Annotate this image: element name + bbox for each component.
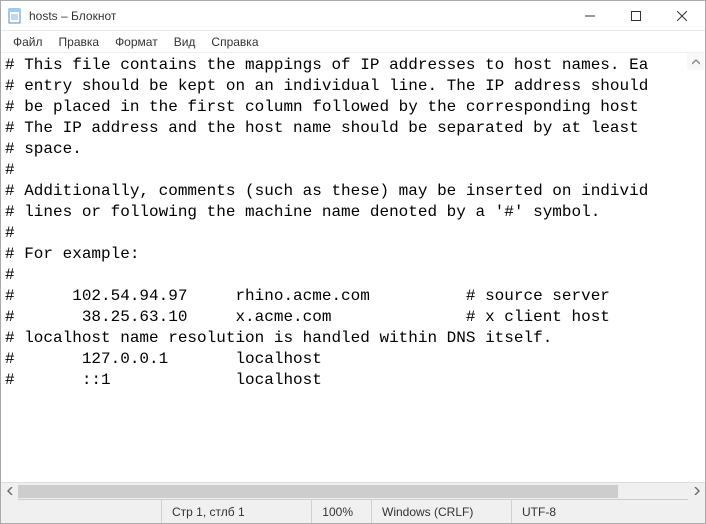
- content-area: # This file contains the mappings of IP …: [1, 53, 705, 499]
- status-blank: [1, 500, 161, 523]
- notepad-window: hosts – Блокнот Файл Правка Формат Вид С…: [0, 0, 706, 524]
- statusbar: Стр 1, стлб 1 100% Windows (CRLF) UTF-8: [1, 499, 705, 523]
- scroll-right-arrow-icon[interactable]: [688, 483, 705, 500]
- window-controls: [567, 1, 705, 30]
- notepad-icon: [7, 8, 23, 24]
- menubar: Файл Правка Формат Вид Справка: [1, 31, 705, 53]
- minimize-button[interactable]: [567, 1, 613, 30]
- scrollbar-track[interactable]: [18, 483, 688, 499]
- window-title: hosts – Блокнот: [29, 9, 116, 23]
- menu-help[interactable]: Справка: [203, 33, 266, 51]
- titlebar[interactable]: hosts – Блокнот: [1, 1, 705, 31]
- horizontal-scrollbar[interactable]: [1, 482, 705, 499]
- maximize-button[interactable]: [613, 1, 659, 30]
- status-position: Стр 1, стлб 1: [161, 500, 311, 523]
- menu-format[interactable]: Формат: [107, 33, 166, 51]
- scrollbar-thumb[interactable]: [18, 485, 618, 498]
- menu-view[interactable]: Вид: [166, 33, 204, 51]
- status-line-ending: Windows (CRLF): [371, 500, 511, 523]
- scroll-left-arrow-icon[interactable]: [1, 483, 18, 500]
- scroll-up-arrow-icon[interactable]: [687, 53, 704, 70]
- menu-edit[interactable]: Правка: [51, 33, 108, 51]
- status-zoom: 100%: [311, 500, 371, 523]
- close-button[interactable]: [659, 1, 705, 30]
- menu-file[interactable]: Файл: [5, 33, 51, 51]
- status-encoding: UTF-8: [511, 500, 705, 523]
- text-editor[interactable]: # This file contains the mappings of IP …: [1, 53, 705, 482]
